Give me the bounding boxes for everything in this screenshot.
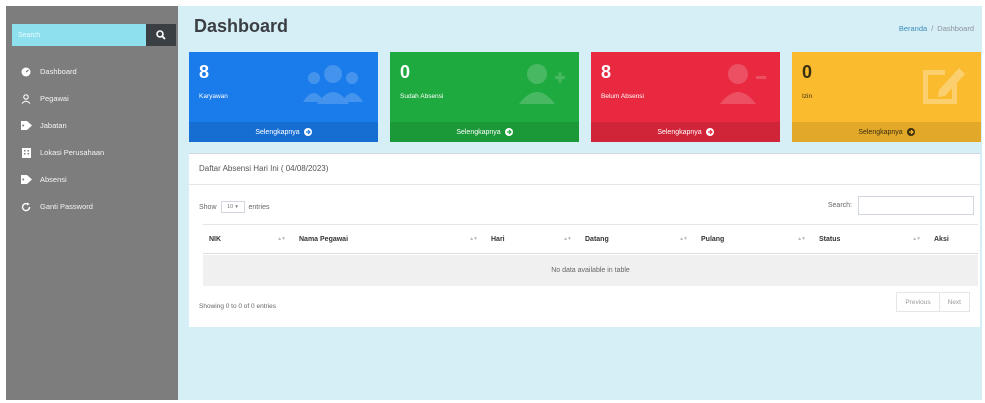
sidebar-item-label: Lokasi Perusahaan: [40, 148, 105, 157]
sidebar-menu: Dashboard Pegawai Jabatan Lokasi Perusah…: [20, 58, 176, 220]
sidebar-item-dashboard[interactable]: Dashboard: [20, 58, 176, 85]
sort-icon: ▲▼: [563, 236, 572, 242]
stat-more-label: Selengkapnya: [858, 128, 903, 136]
column-label: Hari: [491, 235, 505, 243]
previous-button[interactable]: Previous: [896, 292, 940, 312]
stat-label: Karyawan: [199, 93, 228, 100]
page-title: Dashboard: [194, 16, 289, 36]
table-search-label: Search:: [827, 202, 852, 209]
breadcrumb-separator: /: [931, 24, 934, 33]
column-header-nama-pegawai[interactable]: Nama Pegawai ▲▼: [293, 225, 485, 253]
building-icon: [20, 147, 32, 159]
table-search-control: Search:: [828, 196, 974, 215]
column-header-datang[interactable]: Datang ▲▼: [579, 225, 695, 253]
sidebar-search-button[interactable]: [146, 24, 176, 46]
sidebar-item-label: Pegawai: [40, 94, 69, 103]
stat-more-link[interactable]: Selengkapnya: [792, 122, 981, 142]
table-info: Showing 0 to 0 of 0 entries: [199, 303, 276, 310]
column-header-aksi[interactable]: Aksi: [928, 225, 978, 253]
empty-message: No data available in table: [551, 267, 630, 274]
sidebar-item-label: Absensi: [40, 175, 67, 184]
sidebar-item-label: Ganti Password: [40, 202, 93, 211]
app-frame: Dashboard Pegawai Jabatan Lokasi Perusah…: [6, 6, 982, 400]
edit-icon: [923, 68, 965, 104]
card-divider: [189, 184, 980, 185]
stat-value: 0: [802, 62, 813, 82]
pagination: Previous Next: [896, 292, 970, 312]
show-label: Show: [199, 203, 217, 211]
column-header-hari[interactable]: Hari ▲▼: [485, 225, 579, 253]
stat-box-karyawan: 8 Karyawan Selengkapnya: [189, 52, 378, 142]
stat-more-link[interactable]: Selengkapnya: [390, 122, 579, 142]
column-label: Nama Pegawai: [299, 235, 349, 243]
stat-value: 8: [601, 62, 612, 82]
entries-length-control: Show 10 ▾ entries: [199, 201, 270, 213]
dashboard-icon: [20, 66, 32, 78]
table-header: NIK ▲▼ Nama Pegawai ▲▼ Hari ▲▼ Datang ▲▼…: [203, 224, 978, 254]
stat-value: 0: [400, 62, 411, 82]
user-plus-icon: [519, 64, 565, 104]
sidebar: Dashboard Pegawai Jabatan Lokasi Perusah…: [6, 6, 178, 400]
card-title: Daftar Absensi Hari Ini ( 04/08/2023): [199, 164, 329, 173]
sort-icon: ▲▼: [912, 236, 921, 242]
sidebar-item-jabatan[interactable]: Jabatan: [20, 112, 176, 139]
stat-more-link[interactable]: Selengkapnya: [189, 122, 378, 142]
attendance-card: Daftar Absensi Hari Ini ( 04/08/2023) Sh…: [189, 153, 980, 327]
user-minus-icon: [720, 64, 766, 104]
table-search-input[interactable]: [858, 196, 974, 215]
column-label: Aksi: [934, 235, 949, 243]
sidebar-item-pegawai[interactable]: Pegawai: [20, 85, 176, 112]
column-header-pulang[interactable]: Pulang ▲▼: [695, 225, 813, 253]
sidebar-item-lokasi-perusahaan[interactable]: Lokasi Perusahaan: [20, 139, 176, 166]
column-label: NIK: [209, 235, 222, 243]
stat-label: Izin: [802, 93, 813, 100]
table-empty-row: No data available in table: [203, 255, 978, 286]
stat-box-belum-absensi: 8 Belum Absensi Selengkapnya: [591, 52, 780, 142]
chevron-down-icon: ▾: [235, 204, 238, 210]
column-label: Datang: [585, 235, 609, 243]
stat-more-link[interactable]: Selengkapnya: [591, 122, 780, 142]
arrow-circle-right-icon: [705, 128, 714, 136]
stat-more-label: Selengkapnya: [657, 128, 702, 136]
sidebar-item-absensi[interactable]: Absensi: [20, 166, 176, 193]
user-icon: [20, 93, 32, 105]
arrow-circle-right-icon: [906, 128, 915, 136]
tag-icon: [20, 174, 32, 186]
sort-icon: ▲▼: [797, 236, 806, 242]
sort-icon: ▲▼: [469, 236, 478, 242]
column-label: Status: [819, 235, 841, 243]
stat-label: Belum Absensi: [601, 93, 644, 100]
next-button[interactable]: Next: [939, 292, 970, 312]
column-label: Pulang: [701, 235, 725, 243]
tag-icon: [20, 120, 32, 132]
search-icon: [156, 30, 166, 40]
sidebar-search-input[interactable]: [12, 24, 146, 46]
breadcrumb-current: Dashboard: [937, 24, 974, 33]
breadcrumb: Beranda / Dashboard: [899, 24, 974, 33]
entries-label: entries: [248, 203, 270, 211]
breadcrumb-home-link[interactable]: Beranda: [899, 24, 927, 33]
column-header-nik[interactable]: NIK ▲▼: [203, 225, 293, 253]
users-icon: [303, 65, 363, 104]
stat-more-label: Selengkapnya: [255, 128, 300, 136]
arrow-circle-right-icon: [504, 128, 513, 136]
main-content: Dashboard Beranda / Dashboard 8 Karyawan…: [178, 6, 982, 400]
sidebar-item-label: Dashboard: [40, 67, 77, 76]
sidebar-search: [12, 24, 176, 46]
sort-icon: ▲▼: [277, 236, 286, 242]
column-header-status[interactable]: Status ▲▼: [813, 225, 928, 253]
entries-value: 10: [227, 204, 234, 210]
entries-select[interactable]: 10 ▾: [220, 201, 245, 213]
stat-value: 8: [199, 62, 210, 82]
sidebar-item-label: Jabatan: [40, 121, 67, 130]
stat-box-izin: 0 Izin Selengkapnya: [792, 52, 981, 142]
sort-icon: ▲▼: [679, 236, 688, 242]
stat-more-label: Selengkapnya: [456, 128, 501, 136]
arrow-circle-right-icon: [303, 128, 312, 136]
refresh-icon: [20, 201, 32, 213]
stat-box-sudah-absensi: 0 Sudah Absensi Selengkapnya: [390, 52, 579, 142]
sidebar-item-ganti-password[interactable]: Ganti Password: [20, 193, 176, 220]
stat-label: Sudah Absensi: [400, 93, 444, 100]
